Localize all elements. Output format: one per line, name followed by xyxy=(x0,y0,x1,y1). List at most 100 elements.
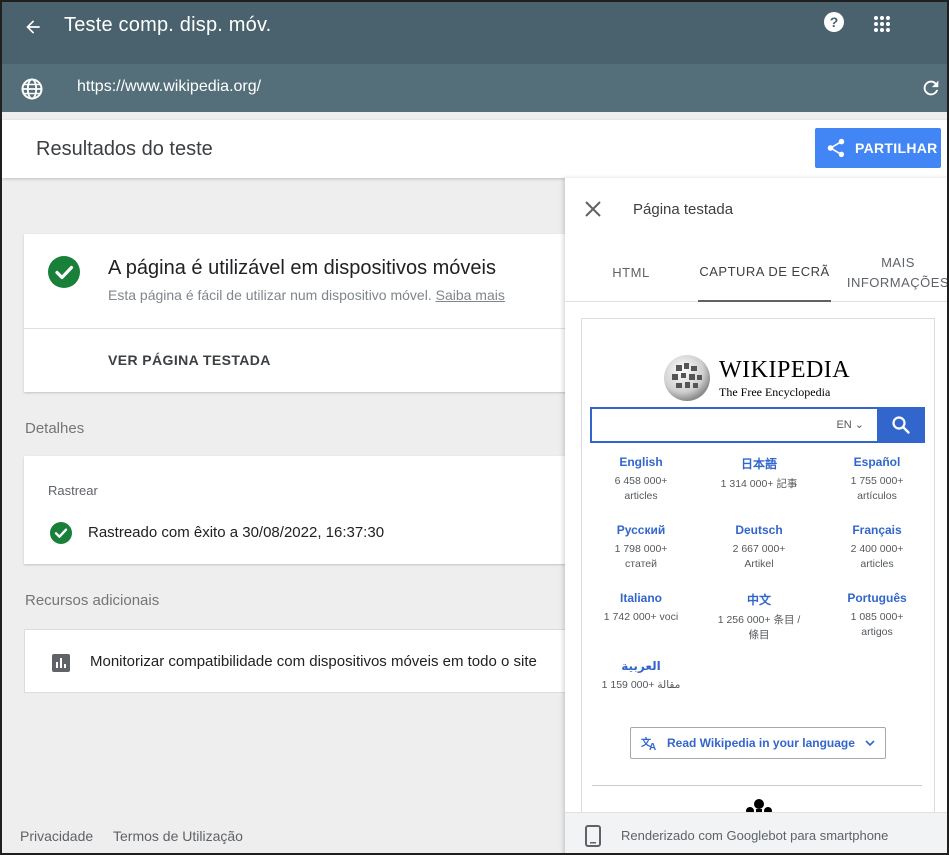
url-input[interactable]: https://www.wikipedia.org/ xyxy=(77,78,261,96)
language-item: Русский 1 798 000+ статей xyxy=(582,523,700,572)
app-title: Teste comp. disp. móv. xyxy=(64,14,272,36)
translate-icon: 文A xyxy=(641,736,656,751)
help-circle-icon: ? xyxy=(824,12,844,32)
language-link[interactable]: 日本語 xyxy=(700,455,818,472)
article-unit: artigos xyxy=(861,626,893,638)
page-screenshot: WIKIPEDIA The Free Encyclopedia EN ⌄ Eng… xyxy=(581,318,935,818)
monitor-site-link[interactable]: Monitorizar compatibilidade com disposit… xyxy=(24,629,584,693)
status-heading: A página é utilizável em dispositivos mó… xyxy=(108,257,496,279)
language-link[interactable]: English xyxy=(582,455,700,469)
reload-button[interactable] xyxy=(920,77,944,101)
language-item: Français 2 400 000+ articles xyxy=(818,523,934,572)
language-link[interactable]: Русский xyxy=(582,523,700,537)
article-count: 1 256 000+ 条目 / xyxy=(717,614,801,626)
crawl-title: Rastrear xyxy=(48,483,98,498)
panel-title: Página testada xyxy=(633,201,734,218)
svg-text:?: ? xyxy=(830,14,839,30)
language-item: 日本語 1 314 000+ 記事 xyxy=(700,455,818,492)
language-link[interactable]: Português xyxy=(818,591,934,605)
arrow-back-icon xyxy=(26,20,40,34)
language-item: Español 1 755 000+ artículos xyxy=(818,455,934,504)
status-description: Esta página é fácil de utilizar num disp… xyxy=(108,287,432,303)
wikipedia-wordmark: WIKIPEDIA xyxy=(719,357,851,383)
read-in-language-button[interactable]: 文A Read Wikipedia in your language xyxy=(630,727,886,759)
view-tested-page-button[interactable]: VER PÁGINA TESTADA xyxy=(108,352,271,368)
wikipedia-logo: WIKIPEDIA The Free Encyclopedia xyxy=(662,353,862,405)
language-link[interactable]: العربية xyxy=(582,659,700,673)
tab-screenshot[interactable]: CAPTURA DE ECRÃ xyxy=(698,244,831,302)
language-select[interactable]: EN ⌄ xyxy=(836,418,864,431)
close-button[interactable] xyxy=(583,199,603,219)
back-button[interactable] xyxy=(18,12,48,42)
divider xyxy=(24,328,584,329)
article-unit: artículos xyxy=(857,490,897,502)
article-unit: articles xyxy=(860,558,894,570)
terms-link[interactable]: Termos de Utilização xyxy=(113,828,243,844)
results-header: Resultados do teste PARTILHAR xyxy=(2,120,947,178)
apps-grid-icon xyxy=(874,16,890,32)
app-window: Teste comp. disp. móv. ? https://www.wik… xyxy=(0,0,949,855)
article-count: 1 798 000+ xyxy=(614,543,668,555)
panel-footer: Renderizado com Googlebot para smartphon… xyxy=(565,812,947,853)
divider xyxy=(592,785,922,786)
article-count: 6 458 000+ xyxy=(614,475,668,487)
article-unit: articles xyxy=(624,490,658,502)
reload-icon xyxy=(923,80,939,96)
chevron-down-icon xyxy=(865,740,875,747)
language-item: Português 1 085 000+ artigos xyxy=(818,591,934,640)
language-item: العربية 1 159 000+ مقالة xyxy=(582,659,700,693)
language-item: 中文 1 256 000+ 条目 / 條目 xyxy=(700,591,818,643)
wikipedia-tagline: The Free Encyclopedia xyxy=(719,385,831,399)
check-circle-icon xyxy=(50,522,72,544)
status-subtext: Esta página é fácil de utilizar num disp… xyxy=(108,287,505,303)
tested-page-panel: Página testada HTML CAPTURA DE ECRÃ MAIS… xyxy=(565,178,947,853)
panel-tabs: HTML CAPTURA DE ECRÃ MAIS INFORMAÇÕES xyxy=(565,244,947,302)
app-bar: Teste comp. disp. móv. ? https://www.wik… xyxy=(2,2,947,112)
svg-text:A: A xyxy=(649,742,656,751)
globe-icon xyxy=(21,78,43,100)
tab-more-info[interactable]: MAIS INFORMAÇÕES xyxy=(845,244,947,302)
smartphone-icon xyxy=(585,825,601,847)
article-count: 1 755 000+ xyxy=(850,475,904,487)
share-button[interactable]: PARTILHAR xyxy=(815,128,941,168)
details-label: Detalhes xyxy=(25,420,85,437)
language-link[interactable]: Deutsch xyxy=(700,523,818,537)
language-link[interactable]: Italiano xyxy=(582,591,700,605)
resources-label: Recursos adicionais xyxy=(25,592,160,609)
article-unit: 條目 xyxy=(748,629,770,641)
apps-button[interactable] xyxy=(870,12,896,38)
crawl-card: Rastrear Rastreado com êxito a 30/08/202… xyxy=(24,456,584,564)
article-count: 1 314 000+ 記事 xyxy=(720,478,798,490)
language-item: English 6 458 000+ articles xyxy=(582,455,700,504)
status-card: A página é utilizável em dispositivos mó… xyxy=(24,234,584,392)
help-button[interactable]: ? xyxy=(822,10,848,36)
article-unit: статей xyxy=(625,558,657,570)
learn-more-link[interactable]: Saiba mais xyxy=(436,287,505,303)
monitor-label: Monitorizar compatibilidade com disposit… xyxy=(90,653,537,670)
language-link[interactable]: Español xyxy=(818,455,934,469)
privacy-link[interactable]: Privacidade xyxy=(20,828,93,844)
tab-html[interactable]: HTML xyxy=(581,244,681,302)
article-count: 1 085 000+ xyxy=(850,611,904,623)
article-unit: Artikel xyxy=(744,558,774,570)
url-bar: https://www.wikipedia.org/ xyxy=(2,64,947,112)
language-link[interactable]: Français xyxy=(818,523,934,537)
read-in-language-label: Read Wikipedia in your language xyxy=(667,736,855,750)
app-bar-top: Teste comp. disp. móv. ? xyxy=(2,2,947,64)
page-title: Resultados do teste xyxy=(36,138,213,160)
article-count: 1 742 000+ voci xyxy=(603,611,679,623)
language-link[interactable]: 中文 xyxy=(700,591,818,608)
wikipedia-globe-icon xyxy=(664,355,710,401)
article-count: 2 400 000+ xyxy=(850,543,904,555)
language-item: Italiano 1 742 000+ voci xyxy=(582,591,700,625)
render-note: Renderizado com Googlebot para smartphon… xyxy=(621,828,889,843)
article-count: 2 667 000+ xyxy=(732,543,786,555)
search-icon xyxy=(892,416,910,434)
wikipedia-search-input[interactable]: EN ⌄ xyxy=(590,407,878,443)
share-label: PARTILHAR xyxy=(855,140,938,156)
close-icon xyxy=(585,201,601,217)
article-count: 1 159 000+ مقالة xyxy=(601,679,681,691)
crawl-status: Rastreado com êxito a 30/08/2022, 16:37:… xyxy=(88,524,385,541)
wikipedia-search-button[interactable] xyxy=(877,407,925,443)
bar-chart-icon xyxy=(52,654,70,672)
